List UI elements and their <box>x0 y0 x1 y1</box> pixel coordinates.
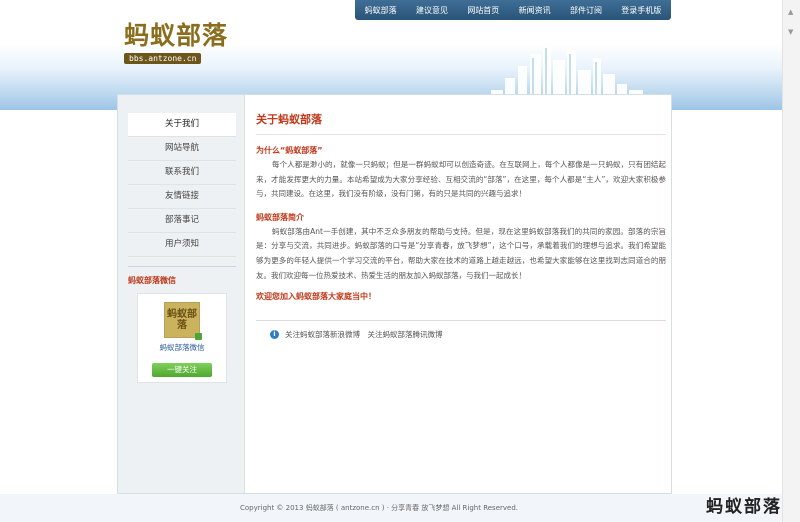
sidebar-item-contact[interactable]: 联系我们 <box>128 161 236 185</box>
content-panel: 关于我们 网站导航 联系我们 友情链接 部落事记 用户须知 蚂蚁部落微信 蚂蚁部… <box>117 94 672 494</box>
nav-item-news[interactable]: 新闻资讯 <box>519 5 551 16</box>
nav-item-homepage[interactable]: 网站首页 <box>467 5 499 16</box>
logo-text: 蚂蚁部落 <box>124 21 229 50</box>
title-divider <box>256 134 666 135</box>
page-title: 关于蚂蚁部落 <box>256 113 322 126</box>
nav-item-suggestions[interactable]: 建议意见 <box>416 5 448 16</box>
site-logo[interactable]: 蚂蚁部落 bbs.antzone.cn <box>124 16 228 64</box>
section-body-intro: 蚂蚁部落由Ant一手创建，其中不乏众多朋友的帮助与支持。但是，现在这里蚂蚁部落我… <box>256 226 666 280</box>
section-body-why: 每个人都是渺小的，就像一只蚂蚁；但是一群蚂蚁却可以创造奇迹。在互联网上，每个人都… <box>256 160 666 199</box>
nav-item-mobile[interactable]: 登录手机版 <box>621 5 661 16</box>
wechat-qr-image: 蚂蚁部落 <box>164 302 202 340</box>
social-follow-bar: i 关注蚂蚁部落新浪微博 关注蚂蚁部落腾讯微博 <box>256 320 666 340</box>
wechat-card: 蚂蚁部落 蚂蚁部落微信 一键关注 <box>137 293 227 383</box>
sidebar-item-history[interactable]: 部落事记 <box>128 209 236 233</box>
social-follow-links[interactable]: 关注蚂蚁部落新浪微博 关注蚂蚁部落腾讯微博 <box>285 329 443 340</box>
qr-logo-text: 蚂蚁部落 <box>167 309 197 331</box>
sidebar: 关于我们 网站导航 联系我们 友情链接 部落事记 用户须知 蚂蚁部落微信 蚂蚁部… <box>118 95 245 493</box>
follow-button[interactable]: 一键关注 <box>152 363 212 377</box>
scroll-down-icon[interactable]: ▼ <box>788 28 793 36</box>
sidebar-item-sitemap[interactable]: 网站导航 <box>128 137 236 161</box>
main-content: 关于蚂蚁部落 为什么“蚂蚁部落” 每个人都是渺小的，就像一只蚂蚁；但是一群蚂蚁却… <box>256 95 666 340</box>
section-heading-intro: 蚂蚁部落简介 <box>256 212 304 222</box>
top-nav: 蚂蚁部落 建议意见 网站首页 新闻资讯 部件订阅 登录手机版 <box>355 0 671 20</box>
wechat-heading: 蚂蚁部落微信 <box>128 266 236 286</box>
sidebar-menu: 关于我们 网站导航 联系我们 友情链接 部落事记 用户须知 <box>128 113 236 257</box>
scroll-up-icon[interactable]: ▲ <box>788 8 793 16</box>
nav-item-subscribe[interactable]: 部件订阅 <box>570 5 602 16</box>
sidebar-item-user-guide[interactable]: 用户须知 <box>128 233 236 257</box>
copyright-text: Copyright © 2013 蚂蚁部落 ( antzone.cn ) · 分… <box>240 504 519 512</box>
welcome-message: 欢迎您加入蚂蚁部落大家庭当中！ <box>256 292 376 302</box>
logo-url: bbs.antzone.cn <box>124 53 202 64</box>
section-heading-why: 为什么“蚂蚁部落” <box>256 146 323 155</box>
info-icon: i <box>270 330 279 340</box>
wechat-account-name[interactable]: 蚂蚁部落微信 <box>138 342 226 353</box>
wechat-badge-icon <box>195 333 202 340</box>
sidebar-item-about[interactable]: 关于我们 <box>128 113 236 137</box>
sidebar-item-links[interactable]: 友情链接 <box>128 185 236 209</box>
vertical-scrollbar[interactable]: ▲ ▼ <box>782 0 800 522</box>
nav-item-home-tribe[interactable]: 蚂蚁部落 <box>365 5 397 16</box>
watermark-logo: 蚂蚁部落 <box>706 497 782 517</box>
